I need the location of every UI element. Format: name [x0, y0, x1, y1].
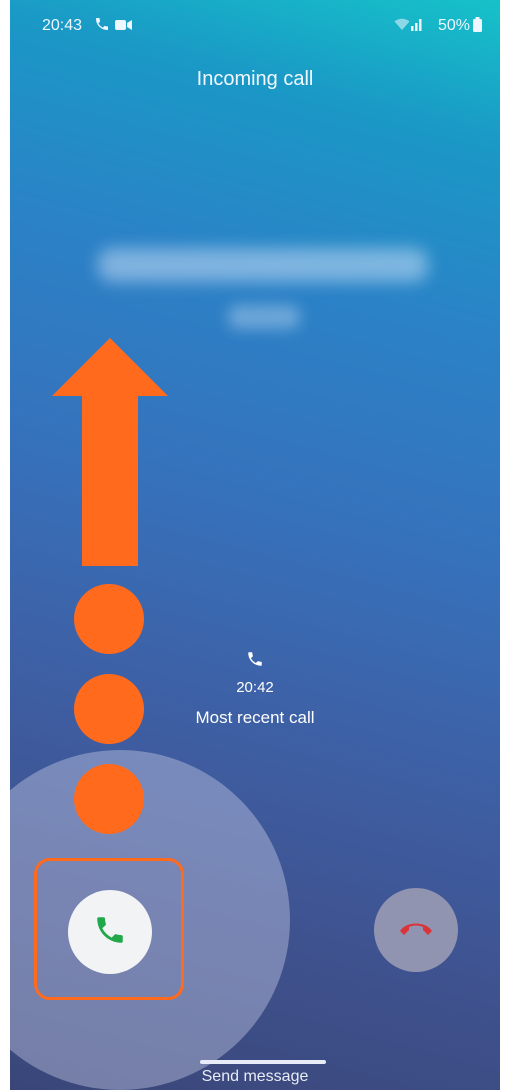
accept-call-button[interactable] [68, 890, 152, 974]
status-bar: 20:43 50% [10, 0, 500, 50]
phone-accept-icon [93, 913, 127, 952]
swipe-dot [74, 584, 144, 654]
caller-number-blurred [98, 248, 428, 282]
video-icon [115, 18, 133, 36]
phone-call-icon [94, 16, 110, 37]
swipe-dot [74, 674, 144, 744]
status-time: 20:43 [42, 17, 83, 34]
decline-call-button[interactable] [374, 888, 458, 972]
phone-decline-icon [398, 918, 434, 943]
battery-icon [473, 17, 482, 37]
phone-icon [246, 652, 264, 672]
swipe-up-arrow-icon [52, 338, 168, 566]
wifi-icon [394, 17, 410, 36]
send-message-handle[interactable] [200, 1060, 326, 1064]
signal-icon [411, 17, 423, 36]
incoming-call-screen: 20:43 50% Incoming call 20:42 Most recen… [10, 0, 500, 1090]
caller-label-blurred [228, 305, 300, 329]
battery-level: 50% [437, 17, 470, 34]
call-title: Incoming call [196, 68, 314, 90]
send-message-button[interactable]: Send message [10, 1068, 500, 1086]
swipe-dot [74, 764, 144, 834]
